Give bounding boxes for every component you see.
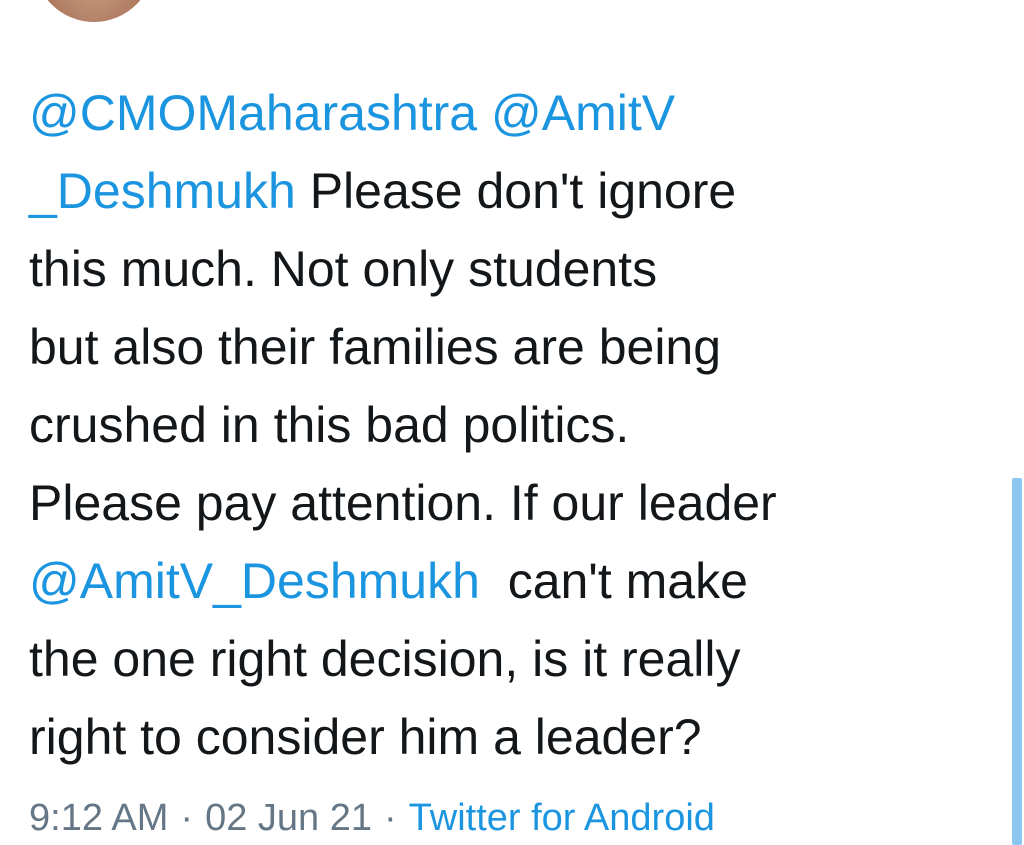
- tweet-metadata: 9:12 AM · 02 Jun 21 · Twitter for Android: [29, 794, 715, 842]
- tweet-text-segment: Please don't ignore: [295, 163, 737, 219]
- tweet-text-line: _Deshmukh Please don't ignore: [29, 152, 989, 230]
- meta-separator: ·: [180, 797, 194, 839]
- tweet-date: 02 Jun 21: [205, 797, 372, 839]
- tweet-detail-page: @CMOMaharashtra @AmitV _Deshmukh Please d…: [0, 0, 1024, 845]
- tweet-text-line: this much. Not only students: [29, 230, 989, 308]
- tweet-text-line: right to consider him a leader?: [29, 698, 989, 776]
- tweet-text-line: Please pay attention. If our leader: [29, 464, 989, 542]
- tweet-text-segment: but also their families are being: [29, 319, 722, 375]
- tweet-text-line: @AmitV_Deshmukh can't make: [29, 542, 989, 620]
- tweet-text-segment: the one right decision, is it really: [29, 631, 741, 687]
- author-avatar[interactable]: [34, 0, 154, 22]
- mention-link[interactable]: _Deshmukh: [29, 163, 296, 219]
- tweet-author-header: [0, 0, 1024, 30]
- tweet-text-segment: right to consider him a leader?: [29, 709, 702, 765]
- tweet-text-segment: Please pay attention. If our leader: [29, 475, 777, 531]
- tweet-time: 9:12 AM: [29, 797, 169, 839]
- tweet-text-segment: can't make: [479, 553, 748, 609]
- tweet-source-link[interactable]: Twitter for Android: [409, 797, 715, 839]
- tweet-text-line: but also their families are being: [29, 308, 989, 386]
- mention-link[interactable]: @CMOMaharashtra: [29, 85, 477, 141]
- mention-link[interactable]: @AmitV_Deshmukh: [29, 553, 480, 609]
- tweet-text-line: crushed in this bad politics.: [29, 386, 989, 464]
- scrollbar[interactable]: [1012, 478, 1022, 845]
- mention-link[interactable]: @AmitV: [491, 85, 675, 141]
- tweet-text-segment: crushed in this bad politics.: [29, 397, 630, 453]
- meta-separator: ·: [384, 797, 397, 839]
- tweet-text-line: @CMOMaharashtra @AmitV: [29, 74, 989, 152]
- tweet-text-segment: [477, 85, 491, 141]
- tweet-text: @CMOMaharashtra @AmitV _Deshmukh Please d…: [29, 74, 989, 776]
- tweet-text-segment: this much. Not only students: [29, 241, 658, 297]
- tweet-text-line: the one right decision, is it really: [29, 620, 989, 698]
